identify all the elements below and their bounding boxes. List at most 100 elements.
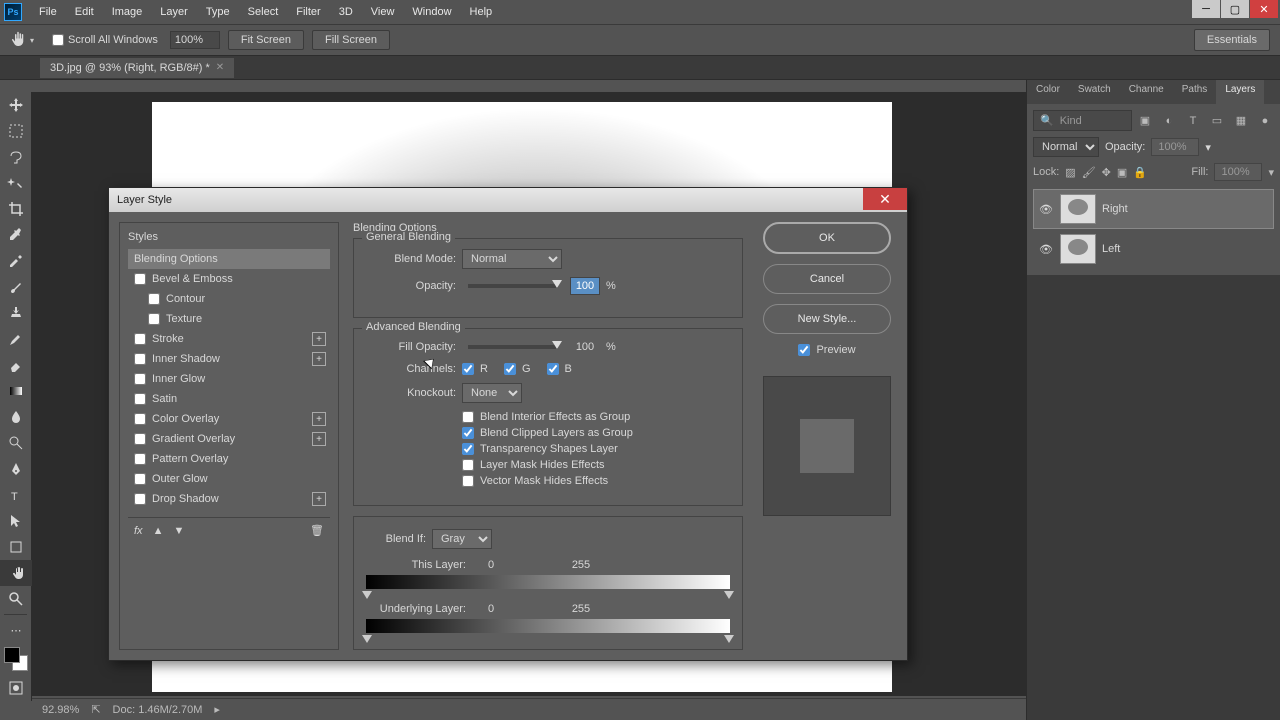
dialog-titlebar[interactable]: Layer Style ✕ bbox=[109, 188, 907, 212]
lock-transparency-icon[interactable]: ▨ bbox=[1065, 166, 1075, 179]
color-swatches[interactable] bbox=[4, 647, 28, 671]
foreground-color[interactable] bbox=[4, 647, 20, 663]
add-effect-icon[interactable]: + bbox=[312, 492, 326, 506]
eraser-tool[interactable] bbox=[0, 352, 32, 378]
export-icon[interactable]: ⇱ bbox=[91, 703, 100, 716]
style-checkbox[interactable] bbox=[134, 333, 146, 345]
filter-pixel-icon[interactable]: ▣ bbox=[1136, 112, 1154, 130]
fill-opacity-input[interactable] bbox=[570, 339, 600, 355]
menu-layer[interactable]: Layer bbox=[151, 2, 197, 22]
close-tab-icon[interactable]: ✕ bbox=[216, 62, 224, 73]
pen-tool[interactable] bbox=[0, 456, 32, 482]
channel-b-checkbox[interactable] bbox=[547, 363, 559, 375]
fill-opacity-slider[interactable] bbox=[468, 345, 558, 349]
style-checkbox[interactable] bbox=[134, 453, 146, 465]
gradient-thumb-left[interactable] bbox=[362, 635, 372, 643]
menu-file[interactable]: File bbox=[30, 2, 66, 22]
style-row-contour[interactable]: Contour bbox=[128, 289, 330, 309]
status-chevron-icon[interactable]: ▸ bbox=[214, 703, 220, 716]
gradient-thumb-right[interactable] bbox=[724, 591, 734, 599]
eyedropper-tool[interactable] bbox=[0, 222, 32, 248]
marquee-tool[interactable] bbox=[0, 118, 32, 144]
style-checkbox[interactable] bbox=[134, 273, 146, 285]
knockout-select[interactable]: None bbox=[462, 383, 522, 403]
fx-icon[interactable]: fx bbox=[134, 525, 143, 537]
style-checkbox[interactable] bbox=[148, 313, 160, 325]
trash-icon[interactable]: 🗑 bbox=[310, 524, 324, 537]
scroll-all-windows-checkbox[interactable]: Scroll All Windows bbox=[52, 34, 158, 46]
path-selection-tool[interactable] bbox=[0, 508, 32, 534]
filter-adjustment-icon[interactable]: ◐ bbox=[1160, 112, 1178, 130]
filter-type-icon[interactable]: T bbox=[1184, 112, 1202, 130]
underlying-gradient[interactable] bbox=[366, 619, 730, 633]
style-row-bevel-emboss[interactable]: Bevel & Emboss bbox=[128, 269, 330, 289]
style-row-blending-options[interactable]: Blending Options bbox=[128, 249, 330, 269]
channel-r-checkbox[interactable] bbox=[462, 363, 474, 375]
menu-edit[interactable]: Edit bbox=[66, 2, 103, 22]
style-row-texture[interactable]: Texture bbox=[128, 309, 330, 329]
type-tool[interactable]: T bbox=[0, 482, 32, 508]
style-row-inner-glow[interactable]: Inner Glow bbox=[128, 369, 330, 389]
style-row-color-overlay[interactable]: Color Overlay+ bbox=[128, 409, 330, 429]
gradient-thumb-left[interactable] bbox=[362, 591, 372, 599]
blur-tool[interactable] bbox=[0, 404, 32, 430]
menu-type[interactable]: Type bbox=[197, 2, 239, 22]
style-checkbox[interactable] bbox=[134, 353, 146, 365]
workspace-essentials-button[interactable]: Essentials bbox=[1194, 29, 1270, 51]
lasso-tool[interactable] bbox=[0, 144, 32, 170]
lock-all-icon[interactable]: 🔒 bbox=[1133, 166, 1147, 179]
quick-mask-icon[interactable] bbox=[0, 675, 32, 701]
crop-tool[interactable] bbox=[0, 196, 32, 222]
style-checkbox[interactable] bbox=[134, 393, 146, 405]
shape-tool[interactable] bbox=[0, 534, 32, 560]
opacity-input[interactable] bbox=[570, 277, 600, 295]
style-row-outer-glow[interactable]: Outer Glow bbox=[128, 469, 330, 489]
blend-mode-select[interactable]: Normal bbox=[1033, 137, 1099, 157]
tab-layers[interactable]: Layers bbox=[1216, 80, 1264, 104]
style-row-gradient-overlay[interactable]: Gradient Overlay+ bbox=[128, 429, 330, 449]
this-layer-gradient[interactable] bbox=[366, 575, 730, 589]
visibility-icon[interactable]: 👁 bbox=[1038, 201, 1054, 217]
tool-preset-dropdown[interactable]: ▾ bbox=[30, 36, 42, 45]
fill-dropdown-icon[interactable]: ▾ bbox=[1268, 166, 1274, 179]
tab-swatches[interactable]: Swatch bbox=[1069, 80, 1120, 104]
move-up-icon[interactable]: ▲ bbox=[153, 525, 164, 537]
close-button[interactable]: ✕ bbox=[1250, 0, 1278, 18]
style-checkbox[interactable] bbox=[134, 413, 146, 425]
layer-right[interactable]: 👁 Right bbox=[1033, 189, 1274, 229]
move-tool[interactable] bbox=[0, 92, 32, 118]
menu-3d[interactable]: 3D bbox=[330, 2, 362, 22]
style-checkbox[interactable] bbox=[134, 473, 146, 485]
dialog-close-button[interactable]: ✕ bbox=[863, 188, 907, 210]
minimize-button[interactable]: ─ bbox=[1192, 0, 1220, 18]
menu-select[interactable]: Select bbox=[239, 2, 288, 22]
blend-mode-select[interactable]: Normal bbox=[462, 249, 562, 269]
fill-field[interactable]: 100% bbox=[1214, 163, 1262, 181]
opacity-dropdown-icon[interactable]: ▾ bbox=[1205, 141, 1211, 154]
add-effect-icon[interactable]: + bbox=[312, 332, 326, 346]
style-row-stroke[interactable]: Stroke+ bbox=[128, 329, 330, 349]
fit-screen-button[interactable]: Fit Screen bbox=[228, 30, 304, 50]
menu-image[interactable]: Image bbox=[103, 2, 152, 22]
gradient-thumb-right[interactable] bbox=[724, 635, 734, 643]
healing-brush-tool[interactable] bbox=[0, 248, 32, 274]
hand-tool[interactable] bbox=[0, 560, 32, 586]
add-effect-icon[interactable]: + bbox=[312, 432, 326, 446]
visibility-icon[interactable]: 👁 bbox=[1038, 241, 1054, 257]
style-checkbox[interactable] bbox=[134, 373, 146, 385]
tab-channels[interactable]: Channe bbox=[1120, 80, 1173, 104]
layer-mask-hides-checkbox[interactable] bbox=[462, 459, 474, 471]
hand-tool-icon[interactable] bbox=[6, 28, 30, 52]
lock-position-icon[interactable]: ✥ bbox=[1102, 166, 1111, 179]
brush-tool[interactable] bbox=[0, 274, 32, 300]
transparency-shapes-checkbox[interactable] bbox=[462, 443, 474, 455]
preview-checkbox[interactable] bbox=[798, 344, 810, 356]
tab-color[interactable]: Color bbox=[1027, 80, 1069, 104]
menu-filter[interactable]: Filter bbox=[287, 2, 329, 22]
style-row-inner-shadow[interactable]: Inner Shadow+ bbox=[128, 349, 330, 369]
lock-artboard-icon[interactable]: ▣ bbox=[1117, 166, 1127, 179]
blend-interior-checkbox[interactable] bbox=[462, 411, 474, 423]
style-row-pattern-overlay[interactable]: Pattern Overlay bbox=[128, 449, 330, 469]
style-row-drop-shadow[interactable]: Drop Shadow+ bbox=[128, 489, 330, 509]
document-tab[interactable]: 3D.jpg @ 93% (Right, RGB/8#) * ✕ bbox=[40, 58, 234, 78]
